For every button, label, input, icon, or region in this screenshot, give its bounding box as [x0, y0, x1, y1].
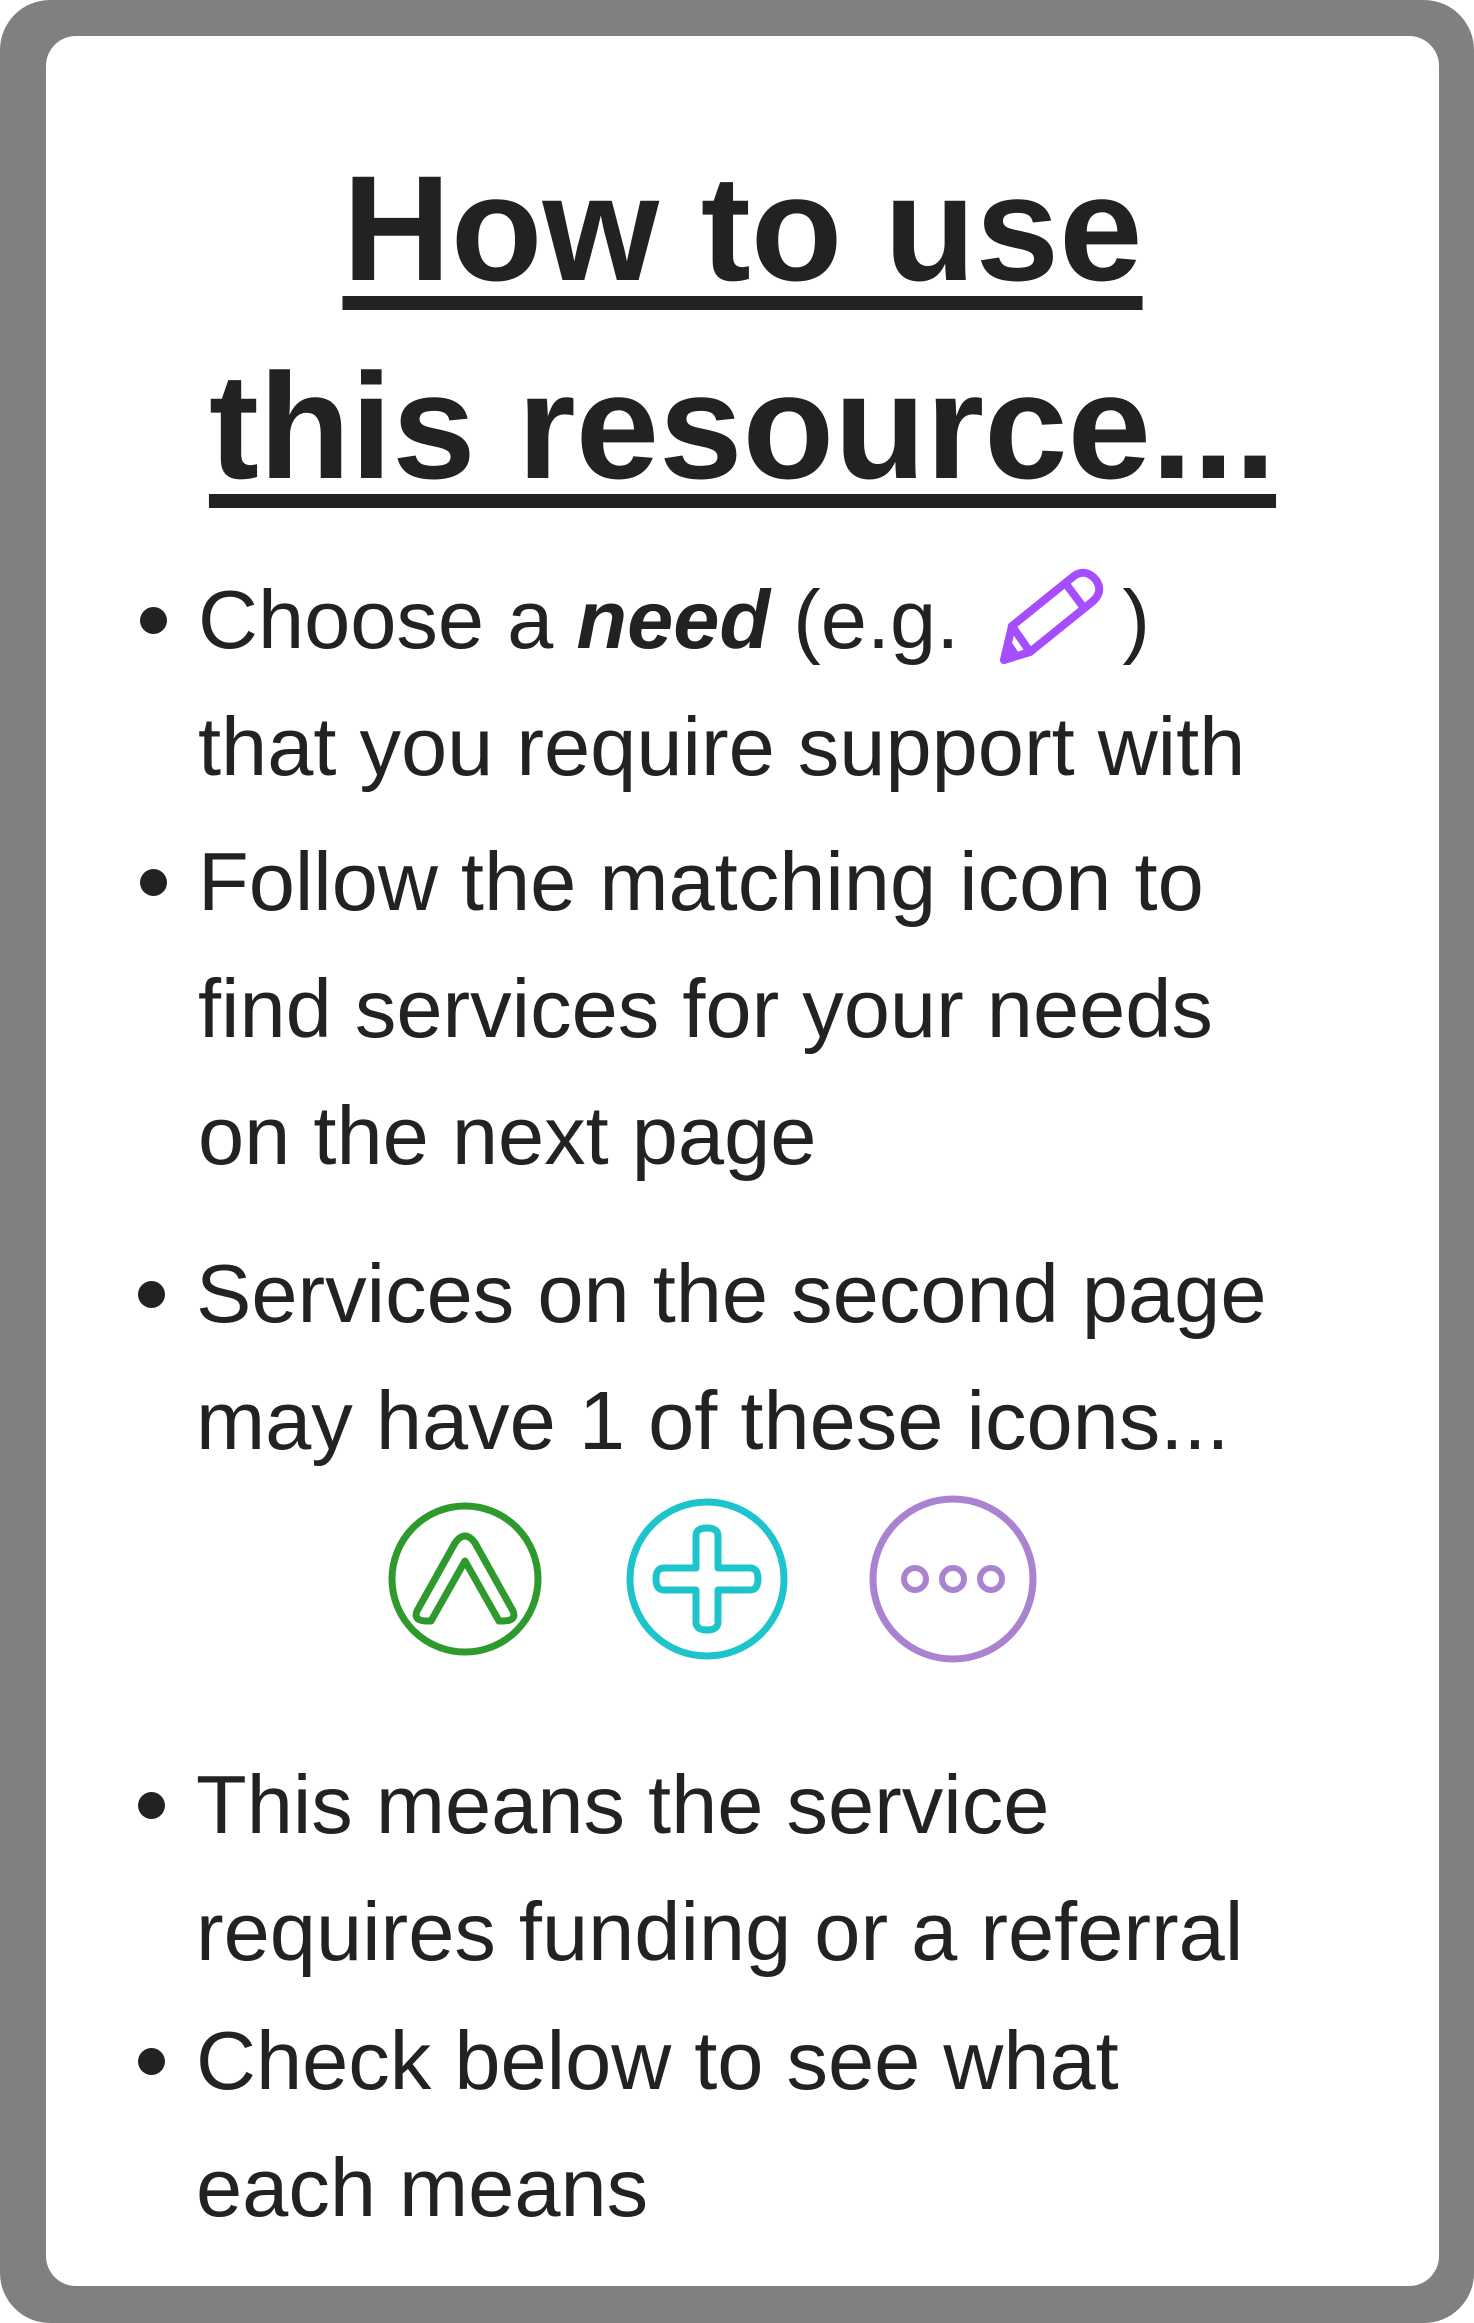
- page-title-line-2: this resource...: [208, 342, 1277, 510]
- bullet-dot: [140, 607, 167, 634]
- page-title-line-1: How to use: [342, 144, 1143, 312]
- more-dots-icon: [869, 1495, 1037, 1663]
- list-item: Check below to see what each means: [138, 1997, 1416, 2251]
- bullet-line: find services for your needs: [198, 962, 1213, 1055]
- bullet-dot: [138, 1792, 165, 1819]
- bullet-line: Choose a need (e.g. ): [198, 556, 1418, 683]
- list-item: Follow the matching icon to find service…: [140, 818, 1418, 1199]
- bullet-line: Check below to see what: [196, 2014, 1119, 2107]
- bullet-line: This means the service: [196, 1758, 1050, 1851]
- bullet-line: Services on the second page: [196, 1247, 1267, 1340]
- resource-card: How to use this resource... Choose a nee…: [46, 36, 1439, 2286]
- pencil-icon: [982, 568, 1122, 668]
- bullet-dot: [140, 869, 167, 896]
- bullet-dot: [138, 1281, 165, 1308]
- plus-icon: [626, 1498, 788, 1660]
- bullet-line: requires funding or a referral: [196, 1885, 1244, 1978]
- bullet-line: each means: [196, 2141, 649, 2234]
- bullet-line: on the next page: [198, 1089, 817, 1182]
- list-item: Choose a need (e.g. ) that you require s…: [140, 556, 1418, 810]
- need-emphasis: need: [576, 573, 771, 666]
- list-item: This means the service requires funding …: [138, 1741, 1416, 1995]
- list-item: Services on the second page may have 1 o…: [138, 1230, 1416, 1484]
- bullet-line: Follow the matching icon to: [198, 835, 1204, 928]
- bullet-line: that you require support with: [198, 700, 1246, 793]
- chevron-up-icon: [388, 1502, 542, 1656]
- bullet-line: may have 1 of these icons...: [196, 1374, 1230, 1467]
- legend-icons: [46, 1495, 1439, 1676]
- bullet-dot: [138, 2048, 165, 2075]
